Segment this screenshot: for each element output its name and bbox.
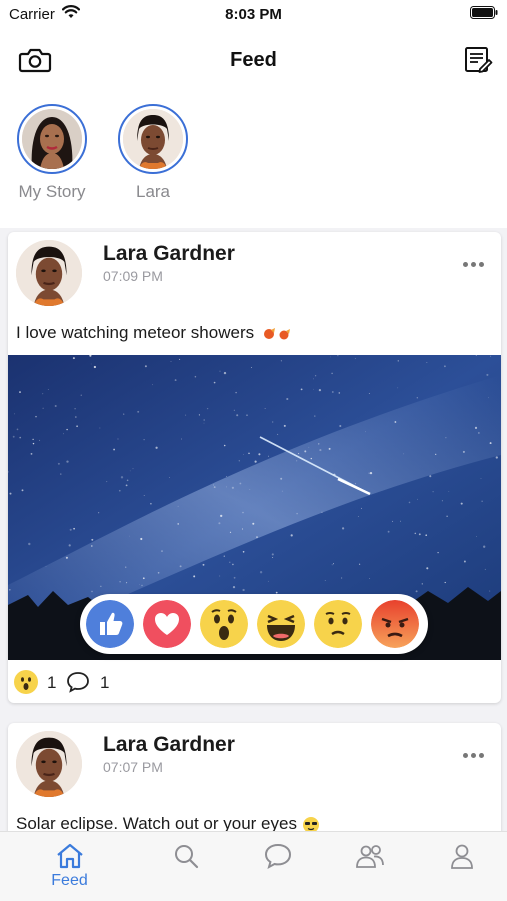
wow-reaction-icon[interactable]: [200, 600, 248, 648]
more-options-icon[interactable]: [463, 745, 487, 758]
compose-icon[interactable]: [463, 45, 493, 75]
love-reaction-icon[interactable]: [143, 600, 191, 648]
story-avatar: [17, 104, 87, 174]
story-my-story[interactable]: My Story: [2, 104, 102, 202]
sad-reaction-icon[interactable]: [314, 600, 362, 648]
tab-profile[interactable]: [411, 832, 507, 901]
haha-reaction-icon[interactable]: [257, 600, 305, 648]
avatar: [123, 109, 183, 169]
wow-reaction-icon[interactable]: [14, 670, 38, 694]
friends-icon: [356, 845, 384, 868]
reaction-count: 1: [47, 673, 57, 692]
tab-friends[interactable]: [319, 832, 420, 901]
post-author[interactable]: Lara Gardner: [103, 733, 235, 757]
like-reaction-icon[interactable]: [86, 600, 134, 648]
post-card: Lara Gardner 07:07 PM Solar eclipse. Wat…: [8, 723, 501, 843]
post-footer: 1 1: [8, 666, 501, 698]
meteor-emoji-icon: [263, 327, 290, 340]
post-timestamp: 07:07 PM: [103, 759, 163, 775]
comment-icon[interactable]: [66, 671, 90, 693]
reaction-picker: [80, 594, 428, 654]
stories-row: My Story Lara: [0, 100, 507, 210]
tab-search[interactable]: [135, 832, 236, 901]
avatar[interactable]: [16, 731, 82, 797]
angry-reaction-icon[interactable]: [371, 600, 419, 648]
battery-icon: [470, 6, 498, 19]
story-label: My Story: [18, 182, 86, 201]
avatar[interactable]: [16, 240, 82, 306]
header-area: Carrier 8:03 PM Feed My Story Lara: [0, 0, 507, 228]
search-icon: [175, 845, 199, 869]
nav-bar: Feed: [0, 40, 507, 80]
post-text: I love watching meteor showers: [16, 323, 255, 342]
status-bar: Carrier 8:03 PM: [0, 0, 507, 28]
tab-label: Feed: [51, 872, 88, 889]
home-icon: [57, 843, 83, 869]
story-lara[interactable]: Lara: [103, 104, 203, 202]
post-author[interactable]: Lara Gardner: [103, 242, 235, 266]
tab-feed[interactable]: Feed: [19, 832, 120, 901]
story-avatar: [118, 104, 188, 174]
status-time: 8:03 PM: [225, 6, 282, 23]
avatar: [22, 109, 82, 169]
post-card: Lara Gardner 07:09 PM I love watching me…: [8, 232, 501, 703]
tab-bar: Feed: [0, 831, 507, 901]
comment-count: 1: [100, 673, 110, 692]
profile-icon: [451, 844, 473, 869]
post-timestamp: 07:09 PM: [103, 268, 163, 284]
more-options-icon[interactable]: [463, 254, 487, 267]
tab-chat[interactable]: [227, 832, 328, 901]
post-text-row: I love watching meteor showers: [16, 323, 293, 343]
chat-bubble-icon: [264, 843, 292, 869]
story-label: Lara: [135, 182, 171, 201]
page-title: Feed: [230, 49, 277, 71]
